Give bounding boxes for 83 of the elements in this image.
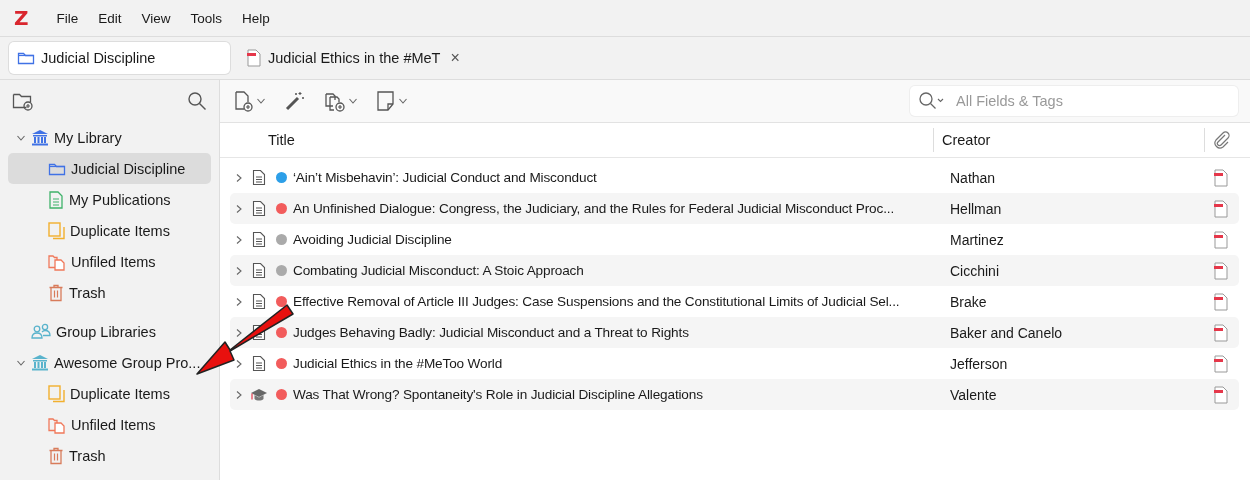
sidebar-item[interactable]: My Publications bbox=[8, 184, 211, 215]
table-cell-text: Was That Wrong? Spontaneity's Role in Judicial Discipline Allegations bbox=[293, 387, 704, 402]
menu-item[interactable]: File bbox=[46, 6, 89, 30]
pdf-icon[interactable] bbox=[1213, 168, 1229, 187]
people-icon bbox=[31, 323, 51, 340]
table-cell-text: Brake bbox=[949, 293, 988, 310]
pdf-icon[interactable] bbox=[1213, 354, 1229, 373]
document-icon bbox=[252, 200, 266, 217]
search-input[interactable]: All Fields & Tags bbox=[954, 92, 1230, 110]
table-cell-text: Judicial Ethics in the #MeToo World bbox=[293, 356, 504, 371]
unfiled-items-icon bbox=[48, 252, 66, 271]
menu-item[interactable]: Help bbox=[232, 6, 280, 30]
table-cell-text: Hellman bbox=[949, 200, 1003, 217]
app-logo: Z bbox=[14, 6, 29, 30]
expand-chevron-icon[interactable] bbox=[234, 172, 244, 183]
document-icon bbox=[48, 190, 64, 209]
sidebar-item[interactable]: Trash bbox=[8, 277, 211, 308]
magic-wand-icon[interactable] bbox=[284, 90, 306, 112]
sidebar-item[interactable]: Judicial Discipline bbox=[8, 153, 211, 184]
table-cell-text: Combating Judicial Misconduct: A Stoic Approach bbox=[293, 263, 585, 278]
column-header[interactable]: Title bbox=[220, 132, 933, 148]
pdf-icon[interactable] bbox=[1213, 261, 1229, 280]
document-icon bbox=[252, 293, 266, 310]
close-tab-button[interactable]: × bbox=[450, 49, 460, 67]
document-icon bbox=[252, 169, 266, 186]
add-attachment-icon[interactable] bbox=[324, 90, 358, 112]
trash-icon bbox=[48, 283, 64, 302]
expand-chevron-icon[interactable] bbox=[234, 327, 244, 338]
pdf-icon[interactable] bbox=[1213, 385, 1229, 404]
table-cell-text: Judges Behaving Badly: Judicial Misconduct and a Threat to Rights bbox=[293, 325, 690, 340]
sidebar-item[interactable]: My Library bbox=[8, 122, 211, 153]
table-cell-text: Martinez bbox=[949, 231, 1005, 248]
library-building-icon bbox=[31, 354, 49, 371]
sidebar-item[interactable]: Duplicate Items bbox=[8, 378, 211, 409]
expand-chevron-icon[interactable] bbox=[234, 203, 244, 214]
tab[interactable]: Judicial Ethics in the #MeT × bbox=[238, 42, 468, 74]
pdf-icon[interactable] bbox=[1213, 323, 1229, 342]
new-collection-icon[interactable] bbox=[12, 91, 34, 111]
sidebar-item[interactable]: Awesome Group Pro... bbox=[8, 347, 211, 378]
expand-chevron-icon[interactable] bbox=[234, 389, 244, 400]
table-cell-text: ‘Ain’t Misbehavin’: Judicial Conduct and Misconduct bbox=[293, 170, 598, 185]
pdf-icon[interactable] bbox=[1213, 199, 1229, 218]
table-cell-text: Jefferson bbox=[949, 355, 1009, 372]
tab[interactable]: Judicial Discipline bbox=[9, 42, 230, 74]
document-icon bbox=[252, 231, 266, 248]
search-icon[interactable] bbox=[918, 91, 946, 111]
sidebar-item[interactable]: Unfiled Items bbox=[8, 246, 211, 277]
unfiled-items-icon bbox=[48, 415, 66, 434]
paperclip-icon[interactable] bbox=[1213, 131, 1231, 149]
expand-chevron-icon[interactable] bbox=[234, 234, 244, 245]
table-cell-text: An Unfinished Dialogue: Congress, the Judiciary, and the Rules for Federal Judicial Misconduct Proc... bbox=[293, 201, 895, 216]
new-item-icon[interactable] bbox=[234, 90, 266, 112]
expand-chevron-icon[interactable] bbox=[234, 296, 244, 307]
sidebar-item[interactable]: Unfiled Items bbox=[8, 409, 211, 440]
pdf-icon[interactable] bbox=[1213, 292, 1229, 311]
graduation-cap-icon bbox=[250, 386, 268, 403]
menu-item[interactable]: View bbox=[131, 6, 181, 30]
library-building-icon bbox=[31, 129, 49, 146]
table-cell-text: Valente bbox=[949, 386, 998, 403]
table-cell-text: Cicchini bbox=[949, 262, 1000, 279]
table-cell-text: Nathan bbox=[949, 169, 997, 186]
expand-chevron-icon[interactable] bbox=[234, 265, 244, 276]
trash-icon bbox=[48, 446, 64, 465]
column-header[interactable]: Creator bbox=[942, 132, 991, 148]
expand-chevron-icon[interactable] bbox=[234, 358, 244, 369]
sidebar-item[interactable]: Group Libraries bbox=[8, 316, 211, 347]
folder-icon bbox=[17, 50, 35, 66]
search-icon[interactable] bbox=[187, 91, 207, 111]
menu-item[interactable]: Edit bbox=[88, 6, 132, 30]
document-icon bbox=[252, 262, 266, 279]
pdf-icon bbox=[246, 49, 262, 67]
pdf-icon[interactable] bbox=[1213, 230, 1229, 249]
new-note-icon[interactable] bbox=[376, 90, 408, 112]
search-field[interactable]: All Fields & Tags bbox=[910, 86, 1238, 116]
table-cell-text: Avoiding Judicial Discipline bbox=[293, 232, 453, 247]
duplicate-pages-icon bbox=[48, 221, 65, 240]
table-cell-text: Effective Removal of Article III Judges: Case Suspensions and the Constitutional Limits of Judicial Sel... bbox=[293, 294, 901, 309]
sidebar-item[interactable]: Duplicate Items bbox=[8, 215, 211, 246]
duplicate-pages-icon bbox=[48, 384, 65, 403]
document-icon bbox=[252, 355, 266, 372]
menu-item[interactable]: Tools bbox=[180, 6, 233, 30]
sidebar-item[interactable]: Trash bbox=[8, 440, 211, 471]
table-cell-text: Baker and Canelo bbox=[949, 324, 1064, 341]
